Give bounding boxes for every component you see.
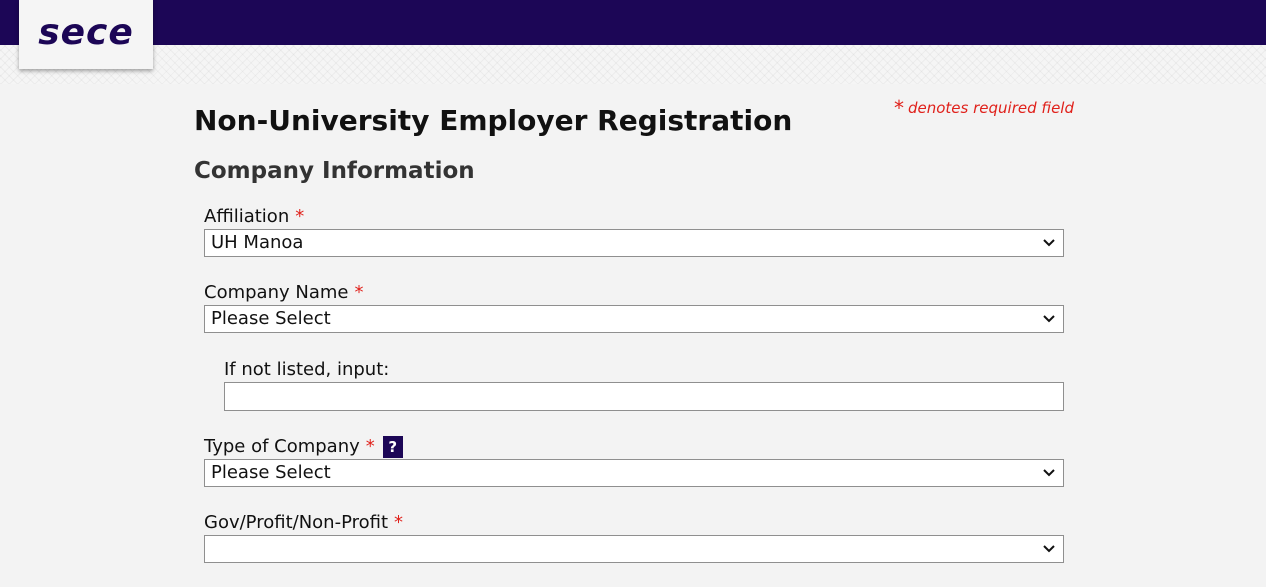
company-name-field: Company Name * Please Select: [204, 281, 1064, 333]
page-title: Non-University Employer Registration: [194, 104, 793, 137]
required-star: *: [295, 206, 305, 227]
required-note-text: denotes required field: [907, 99, 1074, 117]
gov-profit-label-text: Gov/Profit/Non-Profit: [204, 512, 389, 533]
company-name-label-text: Company Name: [204, 282, 349, 303]
logo-text: sece: [38, 12, 134, 53]
company-type-field: Type of Company *? Please Select: [204, 435, 1064, 487]
company-type-label: Type of Company *?: [204, 435, 1064, 459]
required-star: *: [354, 282, 364, 303]
chevron-down-icon: [1041, 230, 1057, 256]
required-field-note: * denotes required field: [894, 96, 1074, 120]
company-name-text-input[interactable]: [224, 382, 1064, 411]
company-type-label-text: Type of Company: [204, 436, 360, 457]
gov-profit-label: Gov/Profit/Non-Profit *: [204, 511, 1064, 535]
required-star: *: [893, 96, 904, 120]
required-star: *: [394, 512, 404, 533]
affiliation-selected-value: UH Manoa: [211, 232, 304, 253]
not-listed-label: If not listed, input:: [224, 359, 390, 380]
affiliation-label: Affiliation *: [204, 205, 1064, 229]
company-not-listed-field: If not listed, input:: [224, 358, 1064, 411]
company-type-select[interactable]: Please Select: [204, 459, 1064, 487]
affiliation-field: Affiliation * UH Manoa: [204, 205, 1064, 257]
affiliation-label-text: Affiliation: [204, 206, 290, 227]
chevron-down-icon: [1041, 306, 1057, 332]
help-icon[interactable]: ?: [382, 436, 403, 458]
section-title: Company Information: [194, 158, 475, 184]
chevron-down-icon: [1041, 536, 1057, 562]
company-name-selected-value: Please Select: [211, 308, 331, 329]
gov-profit-select[interactable]: [204, 535, 1064, 563]
company-name-select[interactable]: Please Select: [204, 305, 1064, 333]
required-star: *: [365, 436, 375, 457]
logo[interactable]: sece: [19, 0, 153, 69]
company-name-label: Company Name *: [204, 281, 1064, 305]
chevron-down-icon: [1041, 460, 1057, 486]
gov-profit-field: Gov/Profit/Non-Profit *: [204, 511, 1064, 563]
top-banner: [0, 0, 1266, 45]
banner-pattern-strip: [0, 45, 1266, 84]
company-type-selected-value: Please Select: [211, 462, 331, 483]
affiliation-select[interactable]: UH Manoa: [204, 229, 1064, 257]
